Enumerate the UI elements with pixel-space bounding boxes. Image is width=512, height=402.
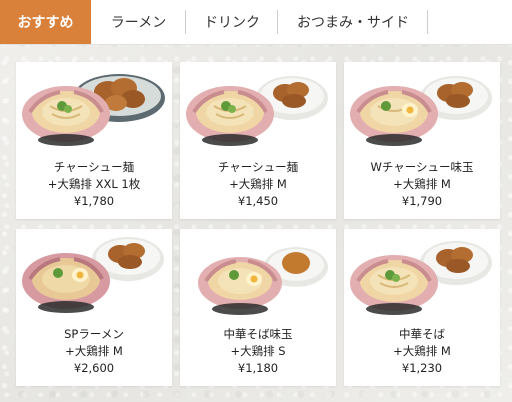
- menu-item-card[interactable]: Wチャーシュー味玉 +大鶏排 M ¥1,790: [344, 62, 500, 219]
- tab-snacks-sides[interactable]: おつまみ・サイド: [278, 0, 428, 44]
- tab-recommended[interactable]: おすすめ: [0, 0, 91, 44]
- menu-item-card[interactable]: チャーシュー麺 +大鶏排 M ¥1,450: [180, 62, 336, 219]
- menu-item-card[interactable]: 中華そば +大鶏排 M ¥1,230: [344, 229, 500, 386]
- menu-item-text: 中華そば +大鶏排 M ¥1,230: [344, 326, 500, 377]
- ramen-with-chicken-image: [198, 247, 328, 315]
- menu-item-price: ¥2,600: [73, 361, 115, 375]
- menu-item-option: +大鶏排 M: [229, 177, 287, 191]
- menu-item-name: 中華そば味玉: [223, 327, 293, 341]
- menu-item-option: +大鶏排 M: [393, 177, 451, 191]
- menu-item-name: Wチャーシュー味玉: [370, 160, 474, 174]
- menu-item-text: SPラーメン +大鶏排 M ¥2,600: [16, 326, 172, 377]
- menu-grid: チャーシュー麺 +大鶏排 XXL 1枚 ¥1,780 チャーシュー麺 +大鶏排 …: [16, 62, 500, 386]
- menu-item-option: +大鶏排 M: [393, 344, 451, 358]
- menu-item-text: Wチャーシュー味玉 +大鶏排 M ¥1,790: [344, 159, 500, 210]
- menu-item-price: ¥1,790: [401, 194, 443, 208]
- tab-ramen[interactable]: ラーメン: [91, 0, 186, 44]
- menu-item-price: ¥1,230: [401, 361, 443, 375]
- menu-item-price: ¥1,450: [237, 194, 279, 208]
- menu-item-text: チャーシュー麺 +大鶏排 M ¥1,450: [180, 159, 336, 210]
- menu-item-name: チャーシュー麺: [217, 160, 299, 174]
- menu-item-option: +大鶏排 S: [230, 344, 286, 358]
- menu-item-text: チャーシュー麺 +大鶏排 XXL 1枚 ¥1,780: [16, 159, 172, 210]
- tab-drinks[interactable]: ドリンク: [186, 0, 278, 44]
- menu-item-price: ¥1,780: [73, 194, 115, 208]
- category-tab-bar: おすすめ ラーメン ドリンク おつまみ・サイド: [0, 0, 512, 45]
- menu-item-card[interactable]: SPラーメン +大鶏排 M ¥2,600: [16, 229, 172, 386]
- ramen-with-chicken-image: [350, 76, 492, 146]
- menu-item-name: SPラーメン: [64, 327, 124, 341]
- menu-item-option: +大鶏排 XXL 1枚: [47, 177, 141, 191]
- ramen-with-chicken-image: [22, 237, 164, 313]
- menu-item-name: チャーシュー麺: [53, 160, 135, 174]
- ramen-with-chicken-image: [186, 76, 328, 146]
- ramen-with-chicken-image: [22, 74, 165, 146]
- menu-item-name: 中華そば: [399, 327, 445, 341]
- menu-item-price: ¥1,180: [237, 361, 279, 375]
- menu-item-text: 中華そば味玉 +大鶏排 S ¥1,180: [180, 326, 336, 377]
- menu-item-option: +大鶏排 M: [65, 344, 123, 358]
- ramen-with-chicken-image: [350, 241, 492, 315]
- menu-item-card[interactable]: チャーシュー麺 +大鶏排 XXL 1枚 ¥1,780: [16, 62, 172, 219]
- menu-item-card[interactable]: 中華そば味玉 +大鶏排 S ¥1,180: [180, 229, 336, 386]
